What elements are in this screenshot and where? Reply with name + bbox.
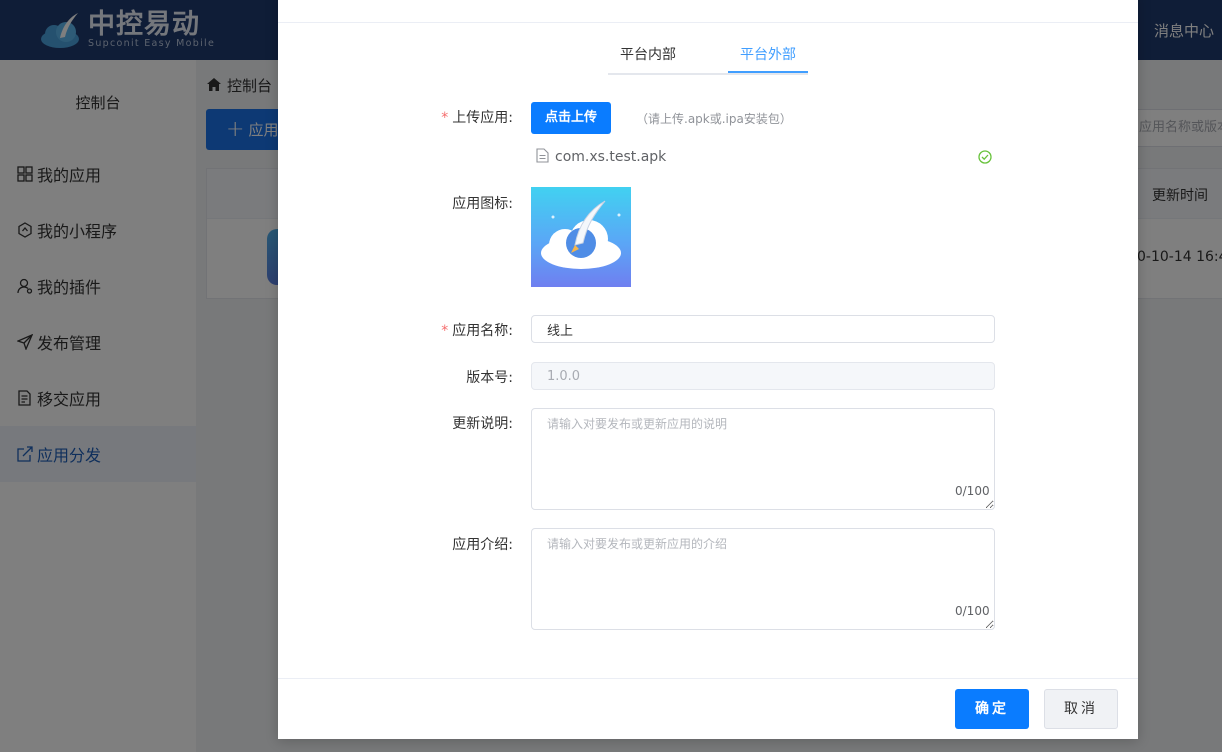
cloud-rocket-icon	[541, 200, 621, 269]
success-check-icon	[978, 149, 992, 168]
dialog-footer-divider	[278, 678, 1138, 679]
upload-label: * 上传应用:	[441, 110, 513, 126]
app-name-input[interactable]	[531, 315, 995, 343]
required-mark: *	[441, 110, 449, 126]
tab-bar: 平台内部 平台外部	[608, 42, 808, 75]
intro-textarea[interactable]	[531, 528, 995, 630]
app-name-label: * 应用名称:	[441, 323, 513, 339]
upload-hint: （请上传.apk或.ipa安装包）	[636, 112, 792, 126]
app-icon-preview[interactable]	[531, 187, 631, 287]
update-notes-textarea[interactable]	[531, 408, 995, 510]
confirm-button[interactable]: 确定	[955, 689, 1029, 729]
intro-label: 应用介绍:	[452, 537, 513, 553]
uploaded-file-item[interactable]: com.xs.test.apk	[536, 147, 992, 167]
file-icon	[536, 147, 549, 167]
required-mark: *	[441, 323, 449, 339]
file-name: com.xs.test.apk	[555, 149, 667, 165]
cancel-button[interactable]: 取消	[1044, 689, 1118, 729]
dialog-header-divider	[278, 22, 1138, 23]
tab-platform-external[interactable]: 平台外部	[740, 44, 796, 64]
update-notes-label: 更新说明:	[452, 416, 513, 432]
version-label: 版本号:	[466, 370, 513, 386]
upload-button[interactable]: 点击上传	[531, 102, 611, 134]
version-input	[531, 362, 995, 390]
tab-platform-internal[interactable]: 平台内部	[620, 44, 676, 64]
update-notes-counter: 0/100	[955, 484, 990, 498]
publish-dialog: 平台内部 平台外部 * 上传应用: 点击上传 （请上传.apk或.ipa安装包） …	[278, 0, 1138, 739]
active-tab-indicator	[728, 71, 808, 73]
app-icon-label: 应用图标:	[452, 196, 513, 212]
intro-counter: 0/100	[955, 604, 990, 618]
